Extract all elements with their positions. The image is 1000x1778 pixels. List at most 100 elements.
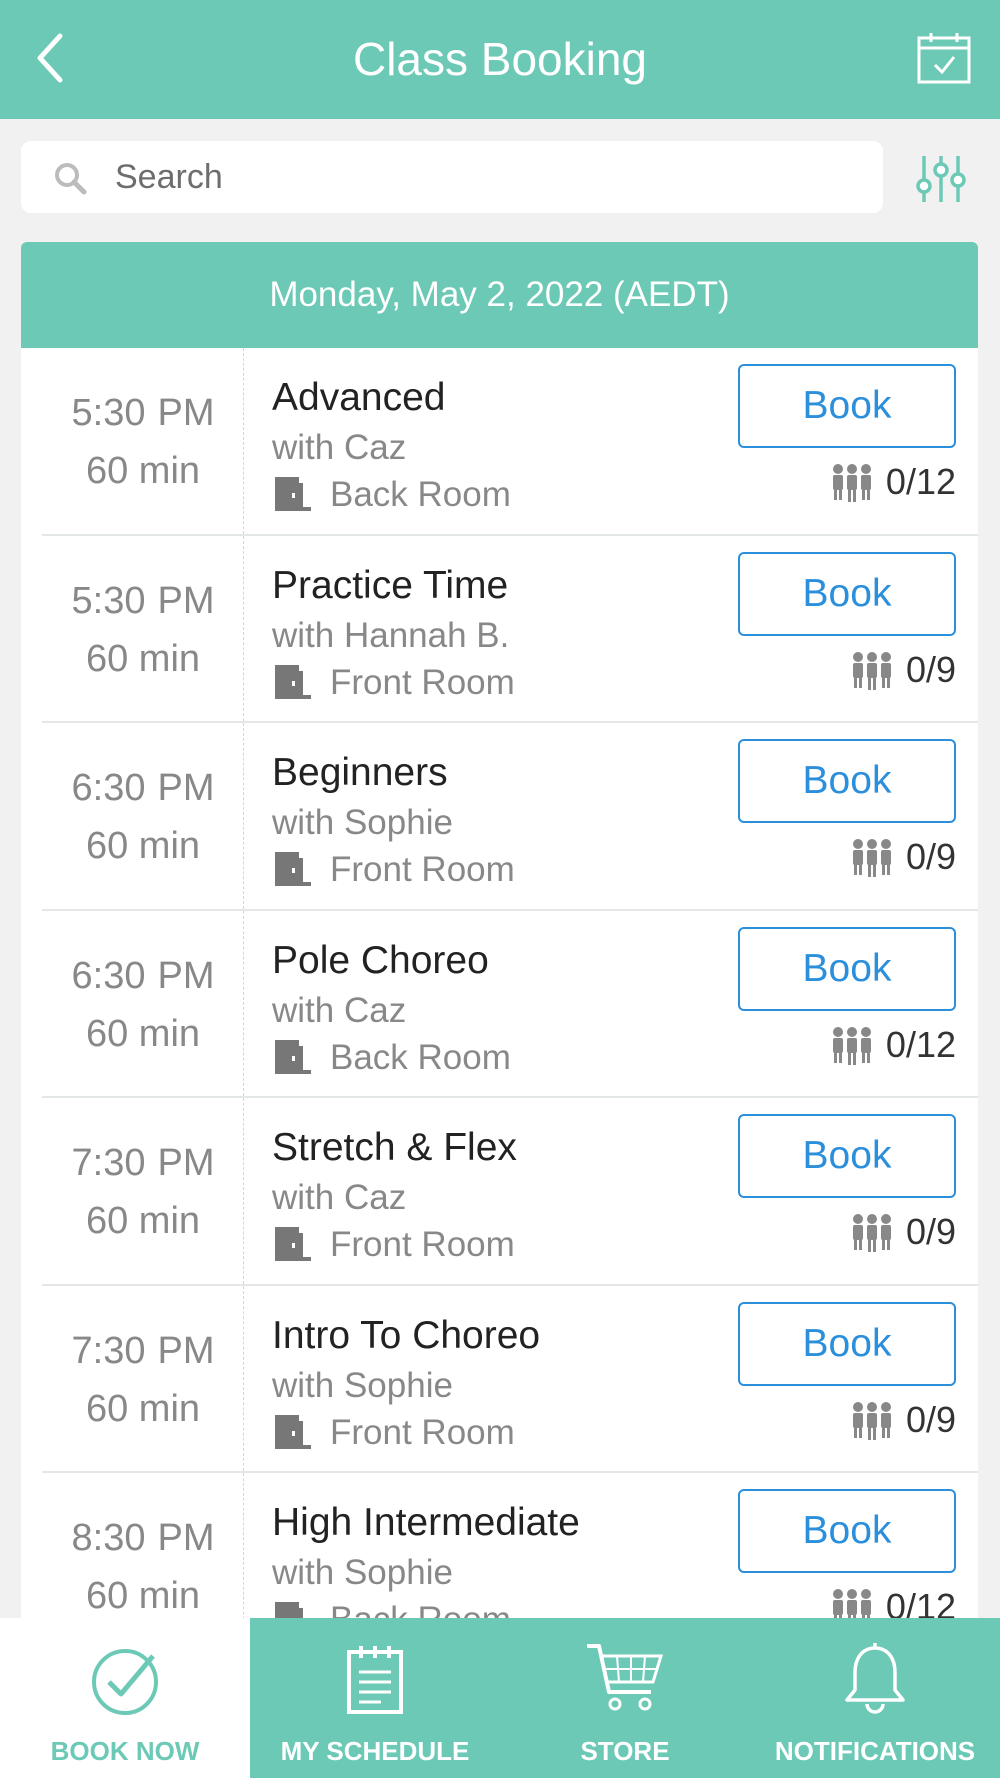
filter-button[interactable] xyxy=(914,152,968,206)
start-time-value: 5:30 xyxy=(71,579,146,622)
start-time: 5:30 PM xyxy=(42,392,244,435)
class-row: 6:30 PM 60 min Beginners with Sophie Fron… xyxy=(42,723,978,911)
book-button[interactable]: Book xyxy=(738,1489,956,1573)
nav-book-now[interactable]: BOOK NOW xyxy=(0,1618,250,1778)
book-button[interactable]: Book xyxy=(738,551,956,636)
nav-notifications[interactable]: NOTIFICATIONS xyxy=(750,1618,1000,1778)
search-box[interactable] xyxy=(21,141,883,213)
start-time: 6:30 PM xyxy=(42,767,244,810)
capacity: 0/9 xyxy=(850,835,956,879)
bottom-nav: BOOK NOW MY SCHEDULE STORE NOTIFICATIONS xyxy=(0,1618,1000,1778)
class-teacher: with Sophie xyxy=(272,1553,453,1592)
nav-store-label: STORE xyxy=(580,1736,670,1766)
duration: 60 min xyxy=(85,450,201,492)
start-time: 7:30 PM xyxy=(42,1142,244,1185)
class-teacher: with Hannah B. xyxy=(272,615,510,655)
time-column: 7:30 PM 60 min xyxy=(42,1285,244,1471)
nav-my-schedule[interactable]: MY SCHEDULE xyxy=(250,1618,500,1778)
book-button[interactable]: Book xyxy=(738,1301,956,1386)
capacity-count: 0/9 xyxy=(905,836,956,877)
date-header: Monday, May 2, 2022 (AEDT) xyxy=(21,242,978,348)
start-time-ampm: PM xyxy=(157,767,215,809)
capacity: 0/9 xyxy=(850,1210,956,1254)
calendar-check-icon xyxy=(917,33,971,84)
nav-my-schedule-label: MY SCHEDULE xyxy=(280,1736,470,1766)
class-room: Front Room xyxy=(330,662,515,702)
cart-icon xyxy=(587,1644,664,1711)
class-row: 6:30 PM 60 min Pole Choreo with Caz Back … xyxy=(42,910,978,1098)
book-button[interactable]: Book xyxy=(738,739,956,823)
start-time-value: 8:30 xyxy=(71,1517,146,1559)
class-name: Pole Choreo xyxy=(272,938,489,982)
class-row: 7:30 PM 60 min Intro To Choreo with Sophi… xyxy=(42,1285,978,1473)
start-time: 6:30 PM xyxy=(42,955,244,998)
duration: 60 min xyxy=(85,1200,201,1242)
class-name: Practice Time xyxy=(272,563,509,607)
book-button[interactable]: Book xyxy=(738,1114,956,1198)
capacity: 0/12 xyxy=(830,1023,956,1067)
capacity-count: 0/9 xyxy=(905,1211,956,1252)
nav-store[interactable]: STORE xyxy=(500,1618,750,1778)
door-icon xyxy=(275,664,311,699)
class-room: Front Room xyxy=(330,1225,515,1264)
capacity-count: 0/9 xyxy=(905,1398,956,1440)
class-row: 7:30 PM 60 min Stretch & Flex with Caz Fr… xyxy=(42,1098,978,1286)
search-input[interactable] xyxy=(115,153,855,201)
class-name: Stretch & Flex xyxy=(272,1126,517,1169)
people-icon xyxy=(852,1214,891,1252)
class-teacher: with Sophie xyxy=(272,803,453,842)
book-button[interactable]: Book xyxy=(738,926,956,1011)
book-button[interactable]: Book xyxy=(738,364,956,448)
nav-notifications-label: NOTIFICATIONS xyxy=(774,1736,976,1766)
people-icon xyxy=(832,1589,871,1618)
check-circle-icon xyxy=(92,1649,158,1715)
search-icon xyxy=(55,163,87,195)
start-time-value: 6:30 xyxy=(71,954,146,997)
class-teacher: with Caz xyxy=(272,428,407,467)
door-icon xyxy=(275,1227,311,1261)
door-icon xyxy=(275,1039,311,1074)
people-icon xyxy=(832,1026,871,1065)
capacity: 0/9 xyxy=(850,1398,956,1442)
class-list[interactable]: 5:30 PM 60 min Advanced with Caz Back Roo… xyxy=(21,348,978,1618)
capacity: 0/9 xyxy=(850,648,956,692)
class-name: Beginners xyxy=(272,751,448,794)
start-time-value: 6:30 xyxy=(71,767,146,809)
class-room: Front Room xyxy=(330,850,515,889)
class-name: High Intermediate xyxy=(272,1501,580,1544)
start-time-ampm: PM xyxy=(157,1517,215,1559)
start-time-value: 7:30 xyxy=(71,1142,146,1184)
class-teacher: with Caz xyxy=(272,1178,407,1217)
class-teacher: with Sophie xyxy=(272,1365,453,1405)
time-column: 8:30 PM 60 min xyxy=(42,1473,244,1618)
duration: 60 min xyxy=(85,1012,201,1055)
capacity: 0/12 xyxy=(830,1585,956,1618)
door-icon xyxy=(275,477,311,511)
start-time: 8:30 PM xyxy=(42,1517,244,1560)
class-room: Front Room xyxy=(330,1412,515,1452)
people-icon xyxy=(832,464,871,502)
class-room: Back Room xyxy=(330,1037,511,1077)
start-time-value: 5:30 xyxy=(71,392,146,434)
nav-book-now-label: BOOK NOW xyxy=(50,1736,200,1766)
start-time-ampm: PM xyxy=(157,1329,215,1372)
time-column: 6:30 PM 60 min xyxy=(42,910,244,1096)
class-name: Intro To Choreo xyxy=(272,1313,541,1357)
start-time-ampm: PM xyxy=(157,392,215,434)
class-row: 5:30 PM 60 min Practice Time with Hannah … xyxy=(42,535,978,723)
sliders-icon xyxy=(916,156,966,202)
class-row: 8:30 PM 60 min High Intermediate with Sop… xyxy=(42,1473,978,1618)
class-name: Advanced xyxy=(272,376,446,419)
time-column: 7:30 PM 60 min xyxy=(42,1098,244,1284)
back-button[interactable] xyxy=(28,28,78,88)
bell-icon xyxy=(845,1643,905,1714)
door-icon xyxy=(275,852,311,886)
chevron-left-icon xyxy=(37,33,63,83)
start-time-ampm: PM xyxy=(157,954,215,997)
capacity: 0/12 xyxy=(830,460,956,504)
start-time: 5:30 PM xyxy=(42,580,244,623)
people-icon xyxy=(852,839,891,877)
calendar-button[interactable] xyxy=(916,30,972,86)
class-row: 5:30 PM 60 min Advanced with Caz Back Roo… xyxy=(42,348,978,536)
capacity-count: 0/12 xyxy=(885,461,956,502)
